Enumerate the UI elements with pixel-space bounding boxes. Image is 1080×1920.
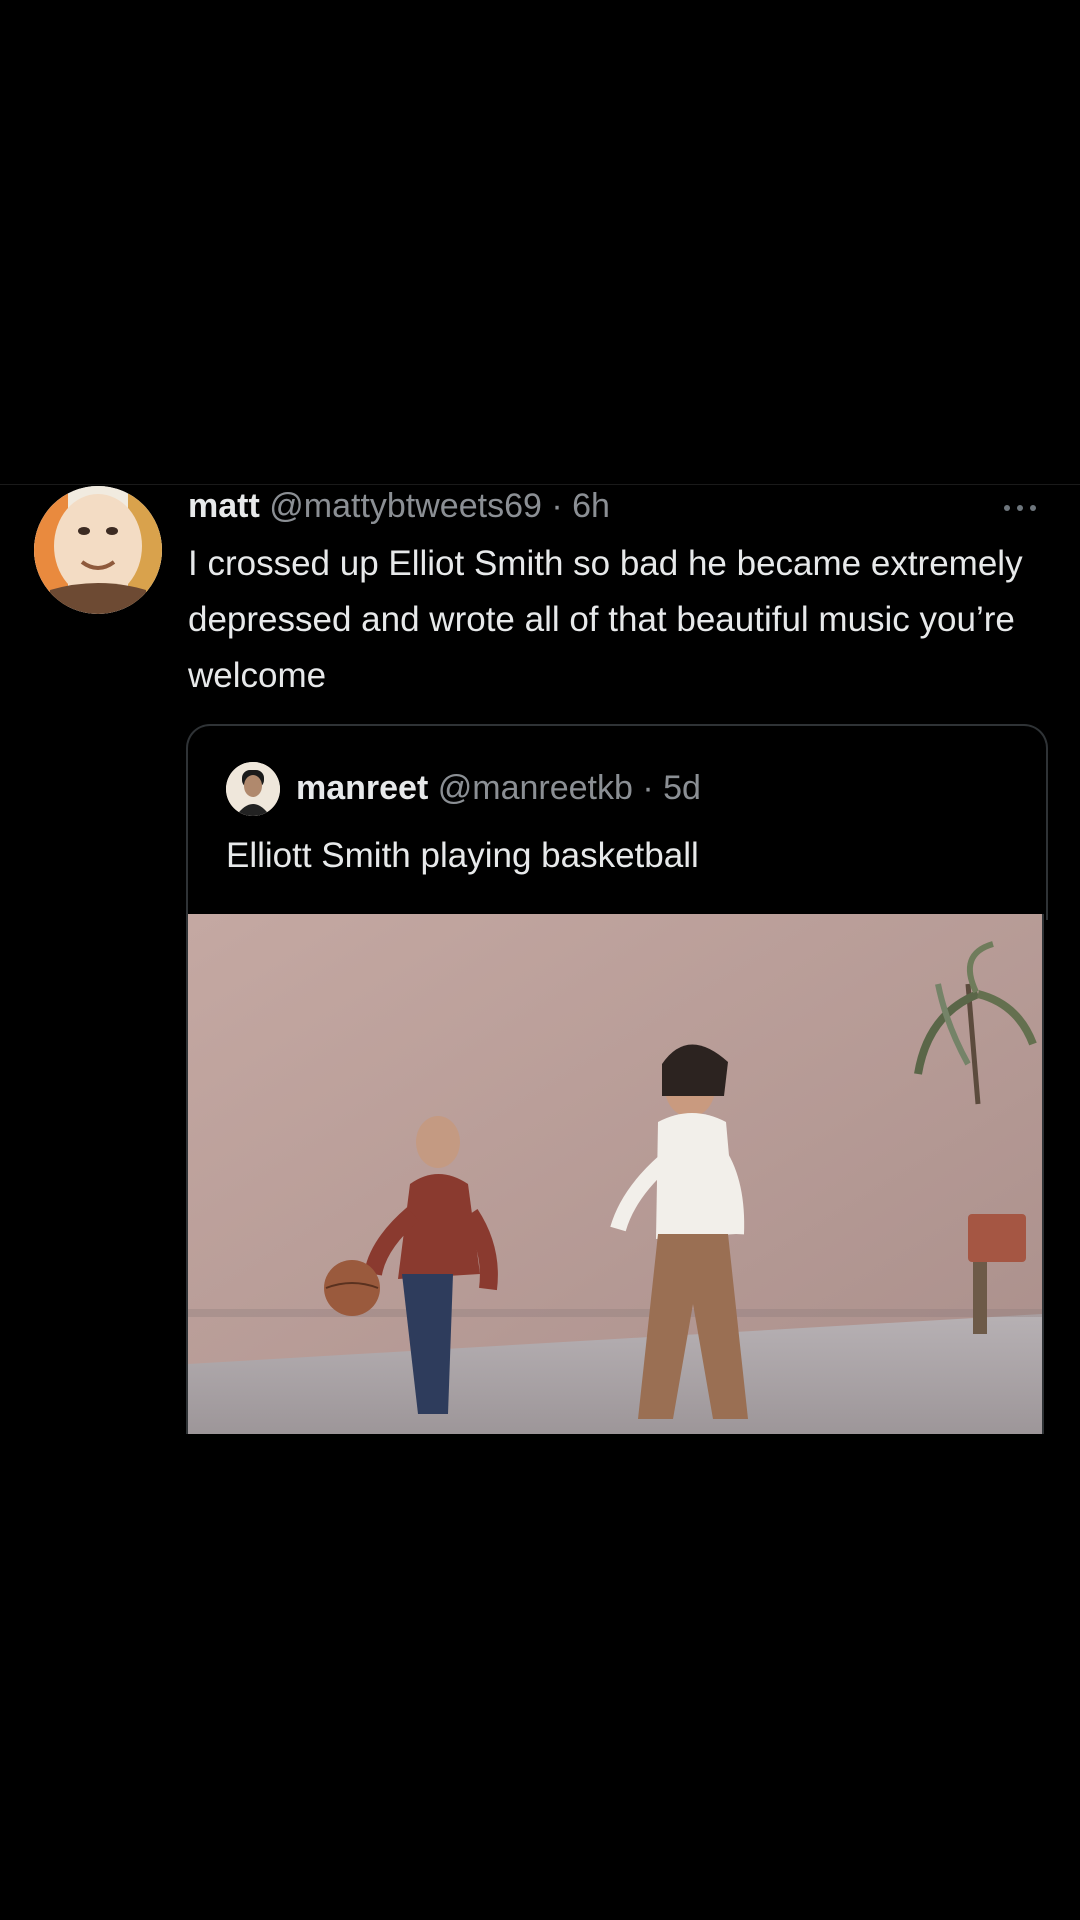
quote-header: manreet @manreetkb · 5d bbox=[296, 766, 701, 810]
display-name[interactable]: matt bbox=[188, 487, 260, 525]
basketball-photo bbox=[188, 914, 1042, 1434]
more-options-icon[interactable] bbox=[996, 498, 1044, 518]
tweet-text: I crossed up Elliot Smith so bad he beca… bbox=[188, 544, 1023, 695]
tweet-header: matt @mattybtweets69 · 6h bbox=[188, 484, 610, 528]
quote-tweet-text: Elliott Smith playing basketball bbox=[226, 836, 699, 875]
quote-user-avatar[interactable] bbox=[226, 762, 280, 816]
user-handle[interactable]: @mattybtweets69 bbox=[269, 487, 542, 525]
quote-timestamp[interactable]: 5d bbox=[663, 769, 701, 807]
separator-dot: · bbox=[551, 487, 563, 525]
cartoon-face-avatar-icon bbox=[34, 486, 162, 614]
quote-separator-dot: · bbox=[642, 769, 654, 807]
user-avatar[interactable] bbox=[34, 486, 162, 614]
quote-media-photo[interactable] bbox=[186, 914, 1044, 1434]
quote-display-name[interactable]: manreet bbox=[296, 769, 428, 807]
profile-photo-avatar-icon bbox=[226, 762, 280, 816]
quote-user-handle[interactable]: @manreetkb bbox=[438, 769, 633, 807]
tweet-timestamp[interactable]: 6h bbox=[572, 487, 610, 525]
quote-tweet-card[interactable]: manreet @manreetkb · 5d Elliott Smith pl… bbox=[186, 724, 1048, 920]
tweet[interactable]: matt @mattybtweets69 · 6h I crossed up E… bbox=[0, 484, 1080, 1444]
